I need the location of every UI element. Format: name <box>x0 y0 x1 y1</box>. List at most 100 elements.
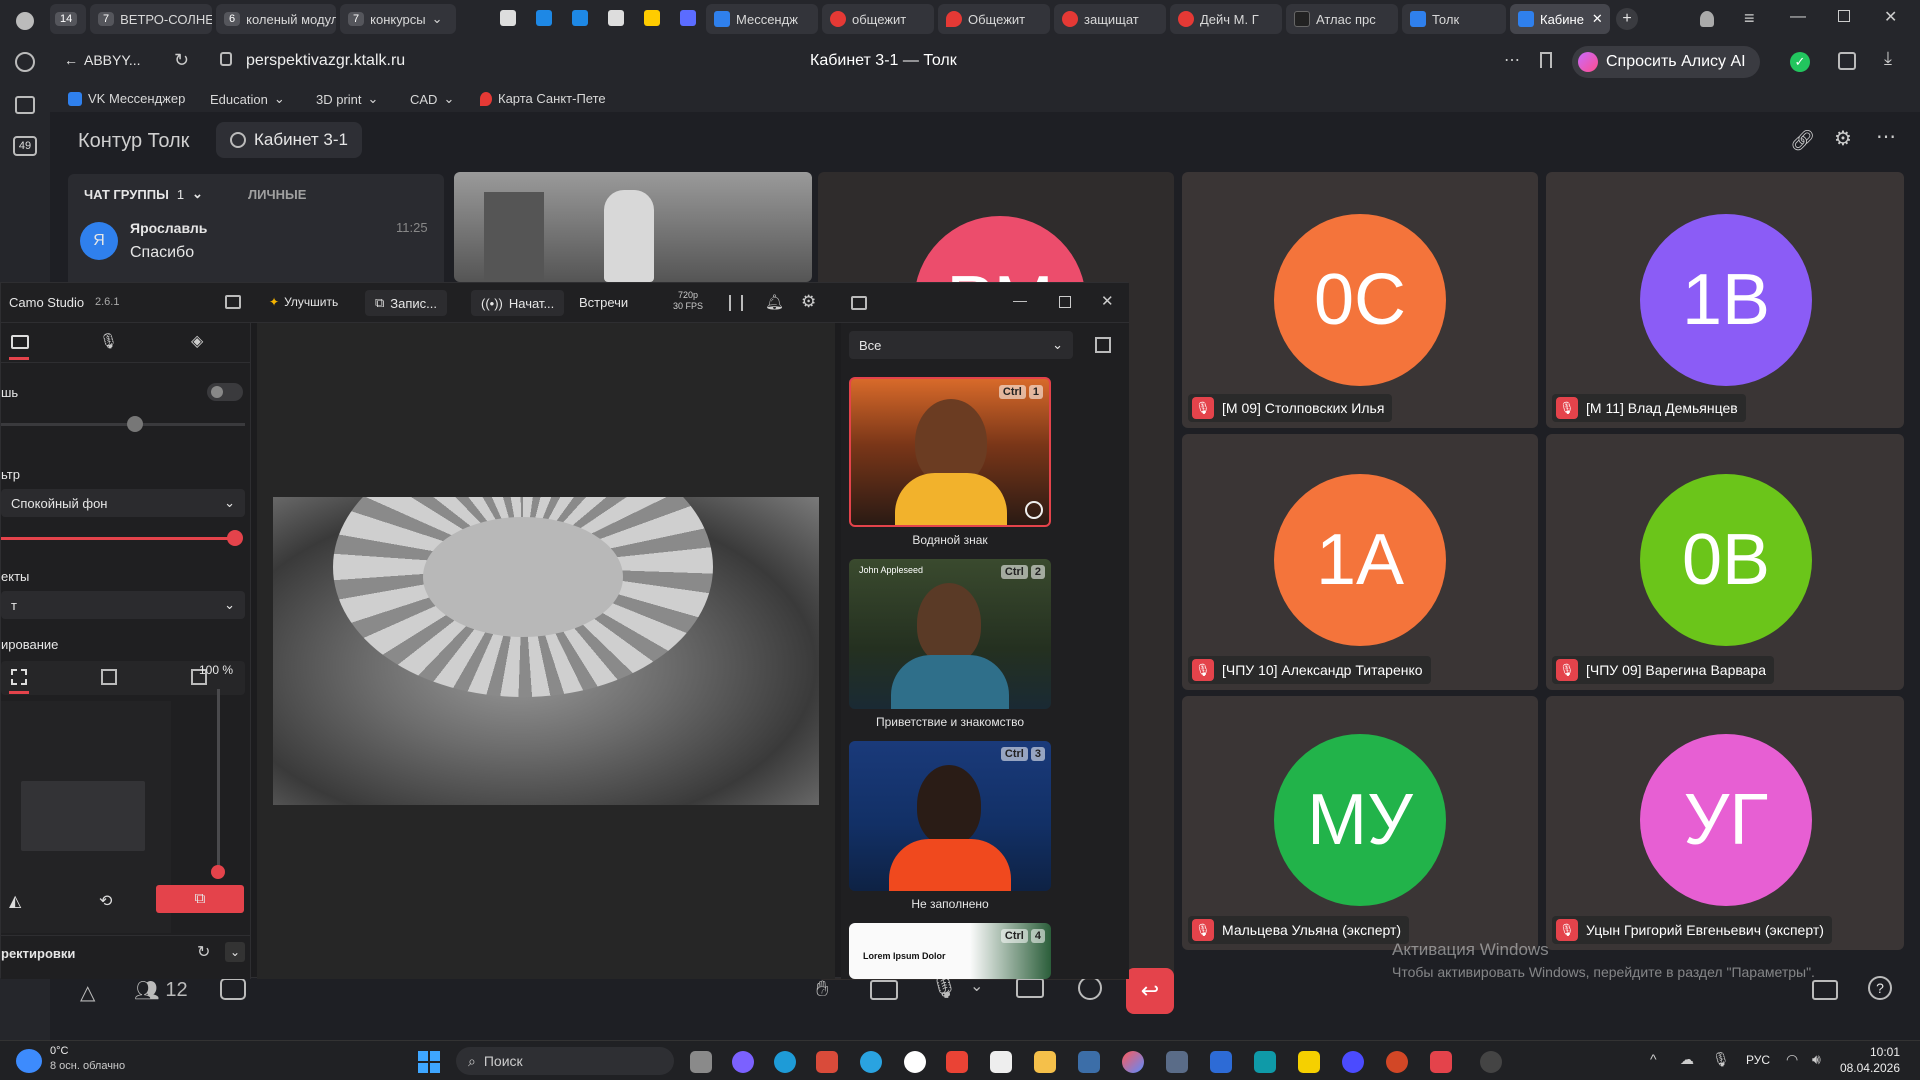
filter-intensity-slider[interactable] <box>1 537 237 540</box>
raise-hand-icon[interactable]: ✋︎ <box>816 976 829 1002</box>
filter-select[interactable]: Спокойный фон ⌄ <box>1 489 245 517</box>
cad-icon[interactable] <box>1078 1051 1100 1073</box>
meetings-button[interactable]: Встречи <box>579 295 628 310</box>
doc-icon[interactable] <box>608 10 624 26</box>
app-icon[interactable] <box>1342 1051 1364 1073</box>
help-icon[interactable]: ? <box>1868 976 1892 1000</box>
tab-personal-chat[interactable]: ЛИЧНЫЕ <box>248 187 306 202</box>
video-tile[interactable] <box>454 172 812 282</box>
gear-icon[interactable]: ⚙ <box>801 292 816 312</box>
maximize-icon[interactable] <box>1059 296 1071 308</box>
participants-button[interactable]: 👥︎ 12 <box>134 978 188 1003</box>
panel-toggle-icon[interactable] <box>851 296 867 310</box>
history-icon[interactable] <box>15 52 35 72</box>
tabs-counter-icon[interactable]: 49 <box>13 136 37 156</box>
app-icon[interactable] <box>816 1051 838 1073</box>
minimize-icon[interactable]: — <box>1790 8 1806 26</box>
rotate-icon[interactable]: ⟲ <box>99 891 112 911</box>
participant-tile[interactable]: 1В 🎙︎ [М 11] Влад Демьянцев <box>1546 172 1904 428</box>
calculator-icon[interactable] <box>1166 1051 1188 1073</box>
explorer-icon[interactable] <box>1034 1051 1056 1073</box>
taskbar-search[interactable]: ⌕ Поиск <box>456 1047 674 1075</box>
participant-tile[interactable]: УГ 🎙︎ Уцын Григорий Евгеньевич (эксперт) <box>1546 696 1904 950</box>
download-icon[interactable]: ⤓ <box>1884 48 1892 69</box>
weather-icon[interactable] <box>16 1049 42 1073</box>
mirror-button[interactable]: ⧉ <box>156 885 244 913</box>
close-icon[interactable]: ✕ <box>1592 11 1603 27</box>
wifi-icon[interactable]: ◠ <box>1786 1051 1798 1068</box>
resolution-badge[interactable]: 720p 30 FPS <box>673 290 703 312</box>
yandex-browser-icon[interactable] <box>904 1051 926 1073</box>
menu-icon[interactable]: ≡ <box>1744 8 1755 29</box>
slider-handle[interactable] <box>227 530 243 546</box>
flip-icon[interactable]: ◭ <box>9 891 21 911</box>
shapes-icon[interactable]: △ <box>80 980 95 1005</box>
blur-slider[interactable] <box>1 423 245 426</box>
zoom-slider[interactable] <box>217 689 220 869</box>
participant-tile[interactable]: 0С 🎙︎ [М 09] Столповских Илья <box>1182 172 1538 428</box>
grid-view-icon[interactable] <box>1095 337 1111 353</box>
participant-tile[interactable]: МУ 🎙︎ Мальцева Ульяна (эксперт) <box>1182 696 1538 950</box>
chevron-up-icon[interactable]: ^ <box>1650 1051 1657 1067</box>
camo-icon[interactable] <box>1430 1051 1452 1073</box>
layers-icon[interactable]: ◈ <box>191 331 203 351</box>
camera-off-icon[interactable] <box>1016 978 1044 998</box>
tab[interactable]: Общежит <box>938 4 1050 34</box>
language-indicator[interactable]: РУС <box>1746 1053 1770 1067</box>
minimize-icon[interactable]: — <box>1013 292 1027 308</box>
tab[interactable]: Мессендж <box>706 4 818 34</box>
framing-box[interactable] <box>21 781 145 851</box>
video-tab-icon[interactable] <box>11 335 29 349</box>
bookmark-vk[interactable]: VK Мессенджер <box>68 91 185 106</box>
pause-icon[interactable] <box>729 295 743 311</box>
tab[interactable]: 7 ВЕТРО-СОЛНЕ <box>90 4 212 34</box>
chat-icon[interactable] <box>220 978 246 1000</box>
tab[interactable]: Атлас прс <box>1286 4 1398 34</box>
gmail-icon[interactable] <box>946 1051 968 1073</box>
sticky-notes-icon[interactable] <box>1298 1051 1320 1073</box>
app-icon[interactable] <box>990 1051 1012 1073</box>
mic-icon[interactable]: 🎙︎ <box>99 332 118 350</box>
restore-icon[interactable] <box>1838 10 1850 22</box>
clock-time[interactable]: 10:01 <box>1840 1045 1900 1059</box>
play-icon[interactable] <box>1480 1051 1502 1073</box>
profile-icon[interactable] <box>16 12 34 30</box>
tab-group[interactable]: 14 <box>50 4 86 34</box>
app-icon[interactable] <box>1122 1051 1144 1073</box>
powerpoint-icon[interactable] <box>1386 1051 1408 1073</box>
url-field[interactable]: perspektivazgr.ktalk.ru <box>246 52 405 70</box>
preset-card[interactable]: Ctrl 1 <box>849 377 1051 527</box>
ask-alice-button[interactable]: Спросить Алису AI <box>1572 46 1760 78</box>
app-icon[interactable] <box>1210 1051 1232 1073</box>
tab[interactable]: общежит <box>822 4 934 34</box>
cloud-icon[interactable]: ☁ <box>1680 1051 1694 1068</box>
volume-icon[interactable]: 🔊︎ <box>1812 1051 1821 1068</box>
mic-icon[interactable]: 🎙︎ <box>1712 1051 1730 1068</box>
reload-icon[interactable]: ↻ <box>174 50 189 71</box>
tab[interactable]: 6 коленый модул <box>216 4 336 34</box>
layout-icon[interactable] <box>1812 980 1838 1000</box>
tab-active[interactable]: Кабине ✕ <box>1510 4 1610 34</box>
extensions-icon[interactable] <box>1838 52 1856 70</box>
task-view-icon[interactable] <box>690 1051 712 1073</box>
clock-date[interactable]: 08.04.2026 <box>1830 1061 1900 1075</box>
record-button[interactable]: ⧉ Запис... <box>365 290 448 316</box>
bookmark-map[interactable]: Карта Санкт-Пете <box>480 91 606 106</box>
tab-group-chat[interactable]: ЧАТ ГРУППЫ 1 ⌄ <box>84 186 203 202</box>
record-icon[interactable] <box>1078 976 1102 1000</box>
camera-preview[interactable] <box>273 497 819 805</box>
copilot-icon[interactable] <box>732 1051 754 1073</box>
tab[interactable]: Дейч М. Г <box>1170 4 1282 34</box>
chevron-down-icon[interactable]: ⌄ <box>225 942 245 962</box>
bookmark-icon[interactable] <box>1540 52 1552 68</box>
in-icon[interactable] <box>572 10 588 26</box>
leave-call-button[interactable]: ↩ <box>1126 968 1174 1014</box>
doc-icon[interactable] <box>500 10 516 26</box>
tab[interactable]: Толк <box>1402 4 1506 34</box>
screen-share-icon[interactable] <box>870 980 898 1000</box>
bell-icon[interactable]: 🔔︎ <box>765 293 784 311</box>
new-tab-icon[interactable]: + <box>1616 8 1638 30</box>
profile-icon[interactable] <box>1700 11 1714 27</box>
check-icon[interactable]: ✓ <box>1790 52 1810 72</box>
bookmark-folder-cad[interactable]: CAD ⌄ <box>410 91 454 107</box>
